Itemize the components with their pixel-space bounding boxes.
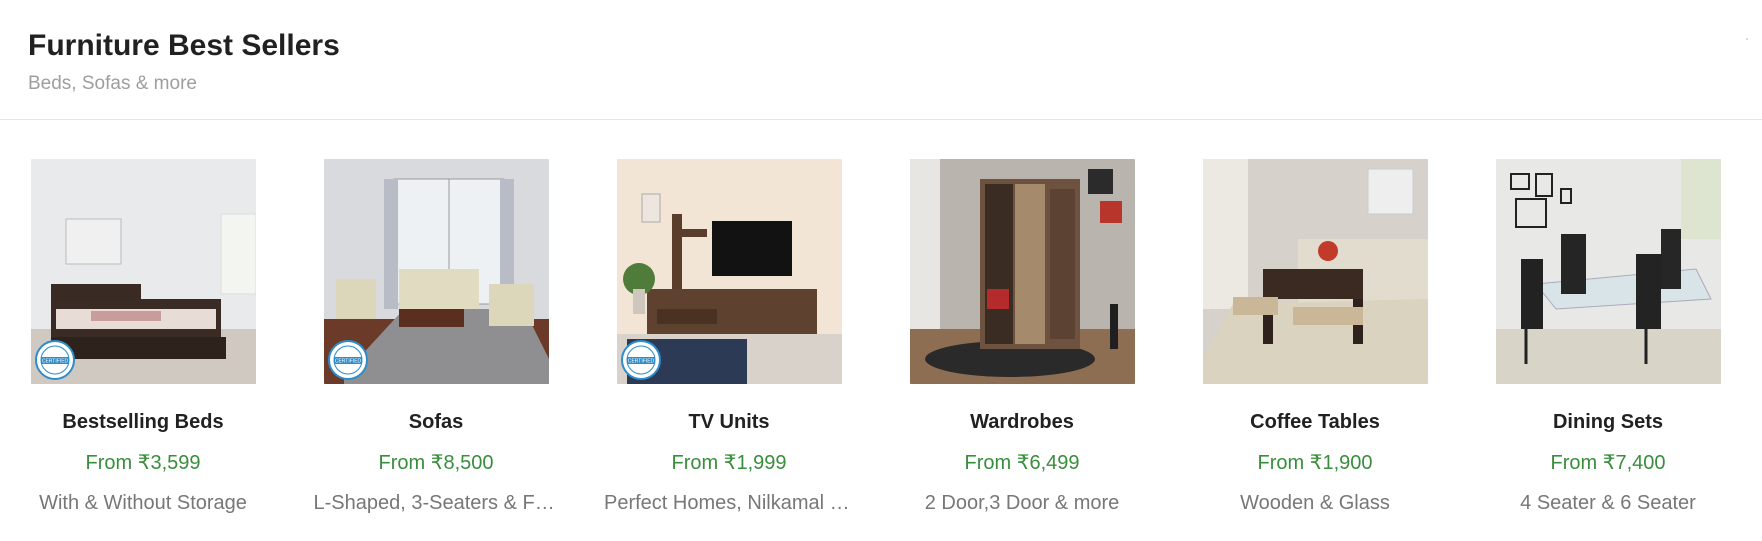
- certified-badge-icon: CERTIFIED: [327, 340, 368, 380]
- product-card-tv-units[interactable]: CERTIFIED TV Units From ₹1,999 Perfect H…: [583, 159, 875, 515]
- section-header: Furniture Best Sellers Beds, Sofas & mor…: [0, 0, 1762, 120]
- product-grid: CERTIFIED Bestselling Beds From ₹3,599 W…: [0, 120, 1762, 540]
- product-name[interactable]: Coffee Tables: [1169, 410, 1461, 434]
- section-subtitle: Beds, Sofas & more: [28, 73, 197, 94]
- certified-badge-icon: CERTIFIED: [620, 340, 661, 380]
- product-name[interactable]: Wardrobes: [876, 410, 1168, 434]
- corner-dot: [1746, 38, 1748, 40]
- badge-label: CERTIFIED: [41, 359, 68, 365]
- product-card-beds[interactable]: CERTIFIED Bestselling Beds From ₹3,599 W…: [0, 159, 289, 515]
- product-name[interactable]: Sofas: [290, 410, 582, 434]
- product-desc: 2 Door,3 Door & more: [924, 492, 1120, 514]
- product-desc: With & Without Storage: [39, 492, 247, 514]
- product-image-coffee-tables[interactable]: [1202, 159, 1428, 384]
- badge-label: CERTIFIED: [627, 359, 654, 365]
- section-title: Furniture Best Sellers: [28, 29, 340, 62]
- product-price: From ₹1,999: [671, 452, 787, 474]
- product-name[interactable]: Bestselling Beds: [0, 410, 289, 434]
- product-image-tv-units[interactable]: CERTIFIED: [616, 159, 842, 384]
- product-name[interactable]: Dining Sets: [1462, 410, 1754, 434]
- product-desc: 4 Seater & 6 Seater: [1520, 492, 1696, 514]
- product-price: From ₹7,400: [1550, 452, 1666, 474]
- product-card-coffee-tables[interactable]: Coffee Tables From ₹1,900 Wooden & Glass: [1169, 159, 1461, 515]
- product-card-sofas[interactable]: CERTIFIED Sofas From ₹8,500 L-Shaped, 3-…: [290, 159, 582, 515]
- product-desc: Perfect Homes, Nilkamal & more: [604, 492, 854, 514]
- product-card-dining-sets[interactable]: Dining Sets From ₹7,400 4 Seater & 6 Sea…: [1462, 159, 1754, 515]
- product-desc: L-Shaped, 3-Seaters & Full Sets: [313, 492, 559, 514]
- certified-badge-icon: CERTIFIED: [34, 340, 75, 380]
- product-image-dining-sets[interactable]: [1495, 159, 1721, 384]
- product-price: From ₹8,500: [378, 452, 494, 474]
- product-price: From ₹3,599: [85, 452, 201, 474]
- product-price: From ₹1,900: [1257, 452, 1373, 474]
- product-card-wardrobes[interactable]: Wardrobes From ₹6,499 2 Door,3 Door & mo…: [876, 159, 1168, 515]
- product-price: From ₹6,499: [964, 452, 1080, 474]
- product-image-wardrobes[interactable]: [909, 159, 1135, 384]
- product-name[interactable]: TV Units: [583, 410, 875, 434]
- badge-label: CERTIFIED: [334, 359, 361, 365]
- product-image-beds[interactable]: CERTIFIED: [30, 159, 256, 384]
- product-desc: Wooden & Glass: [1240, 492, 1390, 514]
- product-image-sofas[interactable]: CERTIFIED: [323, 159, 549, 384]
